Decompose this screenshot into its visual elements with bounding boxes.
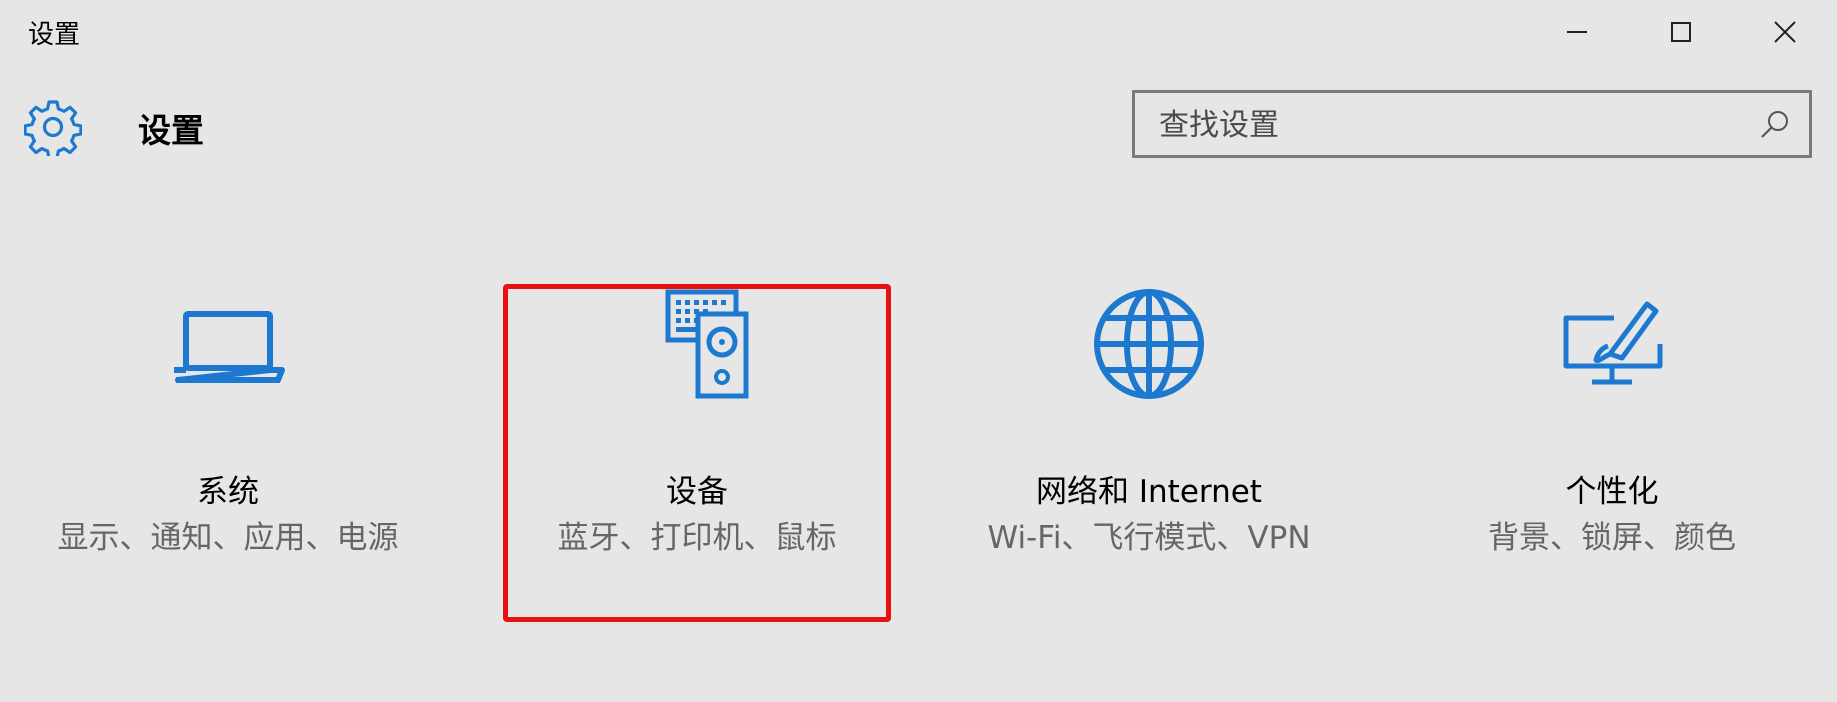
tile-title: 设备 [666, 474, 728, 510]
tile-system[interactable]: 系统 显示、通知、应用、电源 [48, 286, 408, 616]
minimize-icon [1567, 31, 1587, 33]
settings-window: 设置 设置 查找设置 系统 显示、通知、应用、电源 设备 蓝牙、打印机、鼠标 网… [0, 0, 1837, 702]
close-icon [1774, 21, 1796, 43]
search-input[interactable] [1157, 101, 1721, 149]
search-icon[interactable] [1759, 109, 1791, 141]
laptop-icon [174, 311, 285, 383]
close-button[interactable] [1735, 0, 1835, 64]
window-title: 设置 [28, 20, 81, 50]
tile-subtitle: Wi-Fi、飞行模式、VPN [987, 520, 1311, 556]
devices-icon [665, 289, 749, 399]
personalization-icon [1563, 301, 1663, 385]
search-box[interactable] [1132, 90, 1812, 158]
page-title: 设置 [138, 111, 204, 150]
tile-title: 个性化 [1565, 474, 1659, 510]
maximize-button[interactable] [1631, 0, 1731, 64]
gear-icon [24, 100, 82, 156]
tile-devices[interactable]: 设备 蓝牙、打印机、鼠标 [503, 286, 891, 616]
maximize-icon [1671, 22, 1691, 42]
tile-network[interactable]: 网络和 Internet Wi-Fi、飞行模式、VPN [956, 286, 1342, 616]
globe-icon [1094, 289, 1204, 399]
title-bar: 设置 [0, 0, 1837, 64]
minimize-button[interactable] [1527, 0, 1627, 64]
tile-personalization[interactable]: 个性化 背景、锁屏、颜色 [1442, 286, 1782, 616]
tile-title: 网络和 Internet [1036, 474, 1262, 510]
tile-subtitle: 蓝牙、打印机、鼠标 [557, 520, 837, 556]
tile-subtitle: 显示、通知、应用、电源 [57, 520, 399, 556]
tile-title: 系统 [197, 474, 259, 510]
tile-subtitle: 背景、锁屏、颜色 [1488, 520, 1736, 556]
